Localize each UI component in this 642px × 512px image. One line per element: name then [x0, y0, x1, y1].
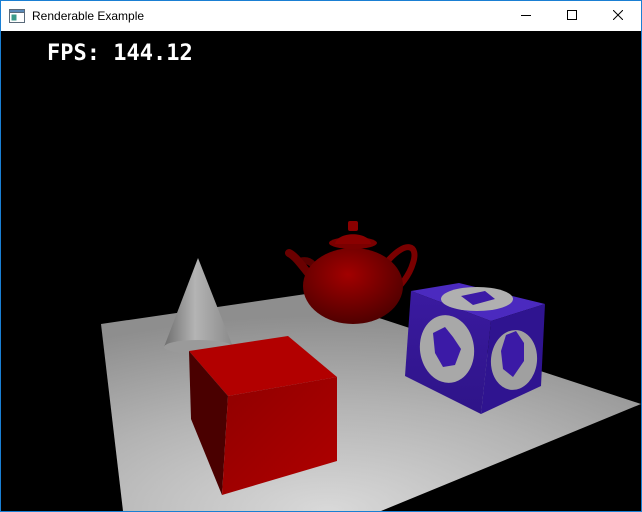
render-viewport[interactable]: FPS: 144.12 [1, 31, 641, 511]
3d-scene [101, 221, 641, 511]
maximize-button[interactable] [549, 1, 595, 31]
close-button[interactable] [595, 1, 641, 31]
window-title: Renderable Example [32, 9, 145, 23]
title-bar[interactable]: Renderable Example [1, 1, 641, 31]
minimize-button[interactable] [503, 1, 549, 31]
close-icon [612, 7, 624, 25]
app-window: Renderable Example FPS: 144.12 [0, 0, 642, 512]
cone [164, 258, 233, 354]
minimize-icon [521, 7, 531, 25]
window-app-icon [9, 9, 25, 23]
fps-counter: FPS: 144.12 [47, 41, 193, 66]
maximize-icon [567, 7, 577, 25]
